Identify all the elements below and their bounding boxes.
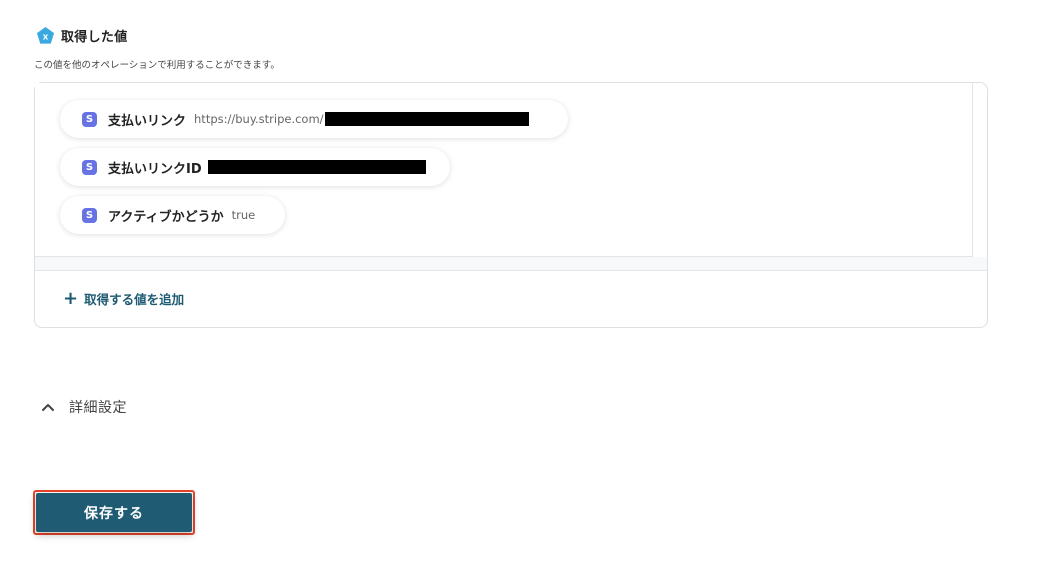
redacted-block	[207, 160, 426, 174]
save-button[interactable]: 保存する	[36, 493, 192, 532]
add-value-label: 取得する値を追加	[84, 292, 185, 307]
plus-icon: +	[63, 287, 79, 309]
save-button-highlight: 保存する	[33, 490, 195, 535]
value-label: 支払いリンクID	[108, 161, 202, 177]
pentagon-x-icon: x	[36, 26, 55, 44]
stripe-icon: S	[82, 159, 97, 175]
obtained-values-panel: S 支払いリンク https://buy.stripe.com/ S 支払いリン…	[34, 82, 988, 328]
section-title: 取得した値	[61, 30, 128, 45]
stripe-icon: S	[82, 111, 97, 127]
chevron-up-icon	[42, 404, 54, 411]
advanced-settings-toggle[interactable]: 詳細設定	[40, 397, 127, 417]
value-chip-payment-link-id[interactable]: S 支払いリンクID	[60, 148, 450, 186]
redacted-block	[324, 112, 529, 126]
svg-text:x: x	[43, 32, 49, 42]
value-chip-active[interactable]: S アクティブかどうか true	[60, 196, 285, 234]
advanced-settings-label: 詳細設定	[69, 400, 127, 416]
value-text: https://buy.stripe.com/	[194, 112, 324, 126]
value-chip-payment-link[interactable]: S 支払いリンク https://buy.stripe.com/	[60, 100, 568, 138]
value-label: アクティブかどうか	[108, 209, 224, 225]
value-text: true	[231, 208, 256, 222]
section-description: この値を他のオペレーションで利用することができます。	[34, 60, 280, 71]
value-label: 支払いリンク	[108, 113, 187, 129]
stripe-icon: S	[82, 207, 97, 223]
horizontal-scrollbar[interactable]	[35, 257, 987, 271]
values-list: S 支払いリンク https://buy.stripe.com/ S 支払いリン…	[35, 83, 973, 257]
section-header: x 取得した値	[36, 26, 128, 45]
add-value-button[interactable]: + 取得する値を追加	[63, 289, 184, 308]
